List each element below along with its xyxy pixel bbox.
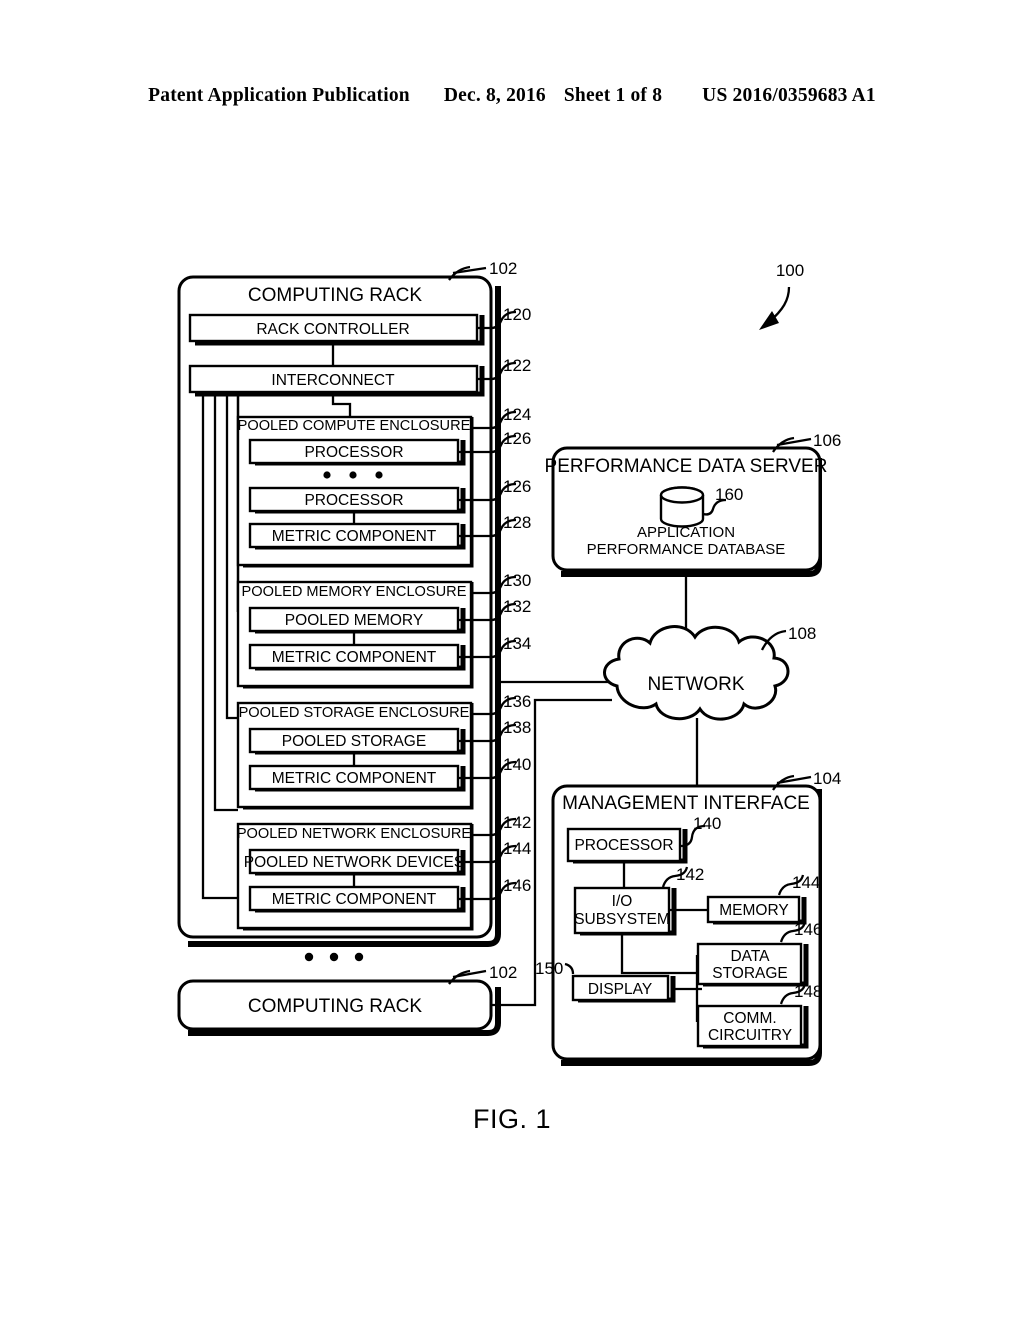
interconnect-label: INTERCONNECT	[271, 372, 395, 389]
patent-figure-page: Patent Application Publication Dec. 8, 20…	[0, 0, 1024, 1320]
network-cloud: NETWORK 108	[603, 624, 816, 721]
figure-caption: FIG. 1	[472, 1104, 551, 1134]
pooled-compute-enclosure-title: POOLED COMPUTE ENCLOSURE	[238, 418, 471, 434]
processor-label-2: PROCESSOR	[304, 492, 403, 509]
computing-rack-second-title: COMPUTING RACK	[248, 996, 423, 1017]
pooled-storage-label: POOLED STORAGE	[282, 733, 426, 750]
ref-108-label: 108	[788, 624, 816, 643]
management-interface-title: MANAGEMENT INTERFACE	[562, 793, 810, 814]
metric-component-label-4: METRIC COMPONENT	[272, 891, 437, 908]
ref-130-label: 130	[503, 571, 531, 590]
ref-100-label: 100	[776, 261, 804, 280]
mi-processor-label: PROCESSOR	[574, 837, 673, 854]
metric-component-label-2: METRIC COMPONENT	[272, 649, 437, 666]
ref-102-label-2: 102	[489, 963, 517, 982]
pooled-memory-enclosure-title: POOLED MEMORY ENCLOSURE	[242, 584, 467, 600]
ref-120-label: 120	[503, 305, 531, 324]
metric-component-label-1: METRIC COMPONENT	[272, 528, 437, 545]
cloud-icon	[603, 625, 790, 721]
ref-128-label: 128	[503, 513, 531, 532]
ref-146-label: 146	[503, 876, 531, 895]
ref-126-label-2: 126	[503, 477, 531, 496]
metric-component-label-3: METRIC COMPONENT	[272, 770, 437, 787]
computing-rack-title: COMPUTING RACK	[248, 285, 423, 306]
ref-142-label: 142	[503, 813, 531, 832]
pooled-memory-label: POOLED MEMORY	[285, 612, 423, 629]
ref-104-label: 104	[813, 769, 841, 788]
mi-comm-circuitry-label-line2: CIRCUITRY	[708, 1027, 792, 1044]
computing-rack-second: COMPUTING RACK 102	[177, 963, 517, 1036]
ref-160-label: 160	[715, 485, 743, 504]
ref-144-label: 144	[792, 873, 820, 892]
rack-controller-label: RACK CONTROLLER	[256, 321, 409, 338]
mi-data-storage-label-line1: DATA	[730, 948, 770, 965]
management-interface: MANAGEMENT INTERFACE 104 PROCESSOR 140 I…	[535, 769, 841, 1066]
database-cylinder-icon	[659, 486, 705, 528]
mi-display-label: DISPLAY	[588, 981, 652, 998]
ref-138-label: 138	[503, 718, 531, 737]
system-reference-100: 100	[759, 261, 804, 330]
ref-144-label: 144	[503, 839, 531, 858]
ref-134-label: 134	[503, 634, 531, 653]
pooled-storage-enclosure-title: POOLED STORAGE ENCLOSURE	[239, 705, 470, 721]
ref-122-label: 122	[503, 356, 531, 375]
mi-comm-circuitry-label-line1: COMM.	[723, 1010, 776, 1027]
ref-142-label-mi: 142	[676, 865, 704, 884]
ref-146-label-mi: 146	[794, 920, 822, 939]
pooled-network-enclosure-title: POOLED NETWORK ENCLOSURE	[237, 826, 472, 842]
ref-132-label: 132	[503, 597, 531, 616]
performance-data-server-title: PERFORMANCE DATA SERVER	[545, 456, 828, 477]
ref-124-label: 124	[503, 405, 531, 424]
ref-126-label-1: 126	[503, 429, 531, 448]
ref-148-label: 148	[794, 982, 822, 1001]
database-label-line1: APPLICATION	[637, 524, 735, 541]
mi-data-storage-label-line2: STORAGE	[712, 965, 788, 982]
performance-data-server: PERFORMANCE DATA SERVER 106 160 APPLICAT…	[545, 431, 841, 577]
ref-102-label: 102	[489, 259, 517, 278]
ref-136-label: 136	[503, 692, 531, 711]
pooled-network-devices-label: POOLED NETWORK DEVICES	[244, 854, 464, 871]
ref-140-label-mi: 140	[693, 814, 721, 833]
mi-memory-label: MEMORY	[719, 902, 788, 919]
ref-106-label: 106	[813, 431, 841, 450]
database-label-line2: PERFORMANCE DATABASE	[587, 541, 786, 558]
ref-150-label: 150	[535, 959, 563, 978]
rack-ellipsis	[304, 952, 364, 962]
processor-label-1: PROCESSOR	[304, 444, 403, 461]
mi-io-subsystem-label-line2: SUBSYSTEM	[574, 911, 670, 928]
mi-io-subsystem-label-line1: I/O	[612, 893, 633, 910]
network-label: NETWORK	[647, 674, 744, 695]
ref-140-label: 140	[503, 755, 531, 774]
